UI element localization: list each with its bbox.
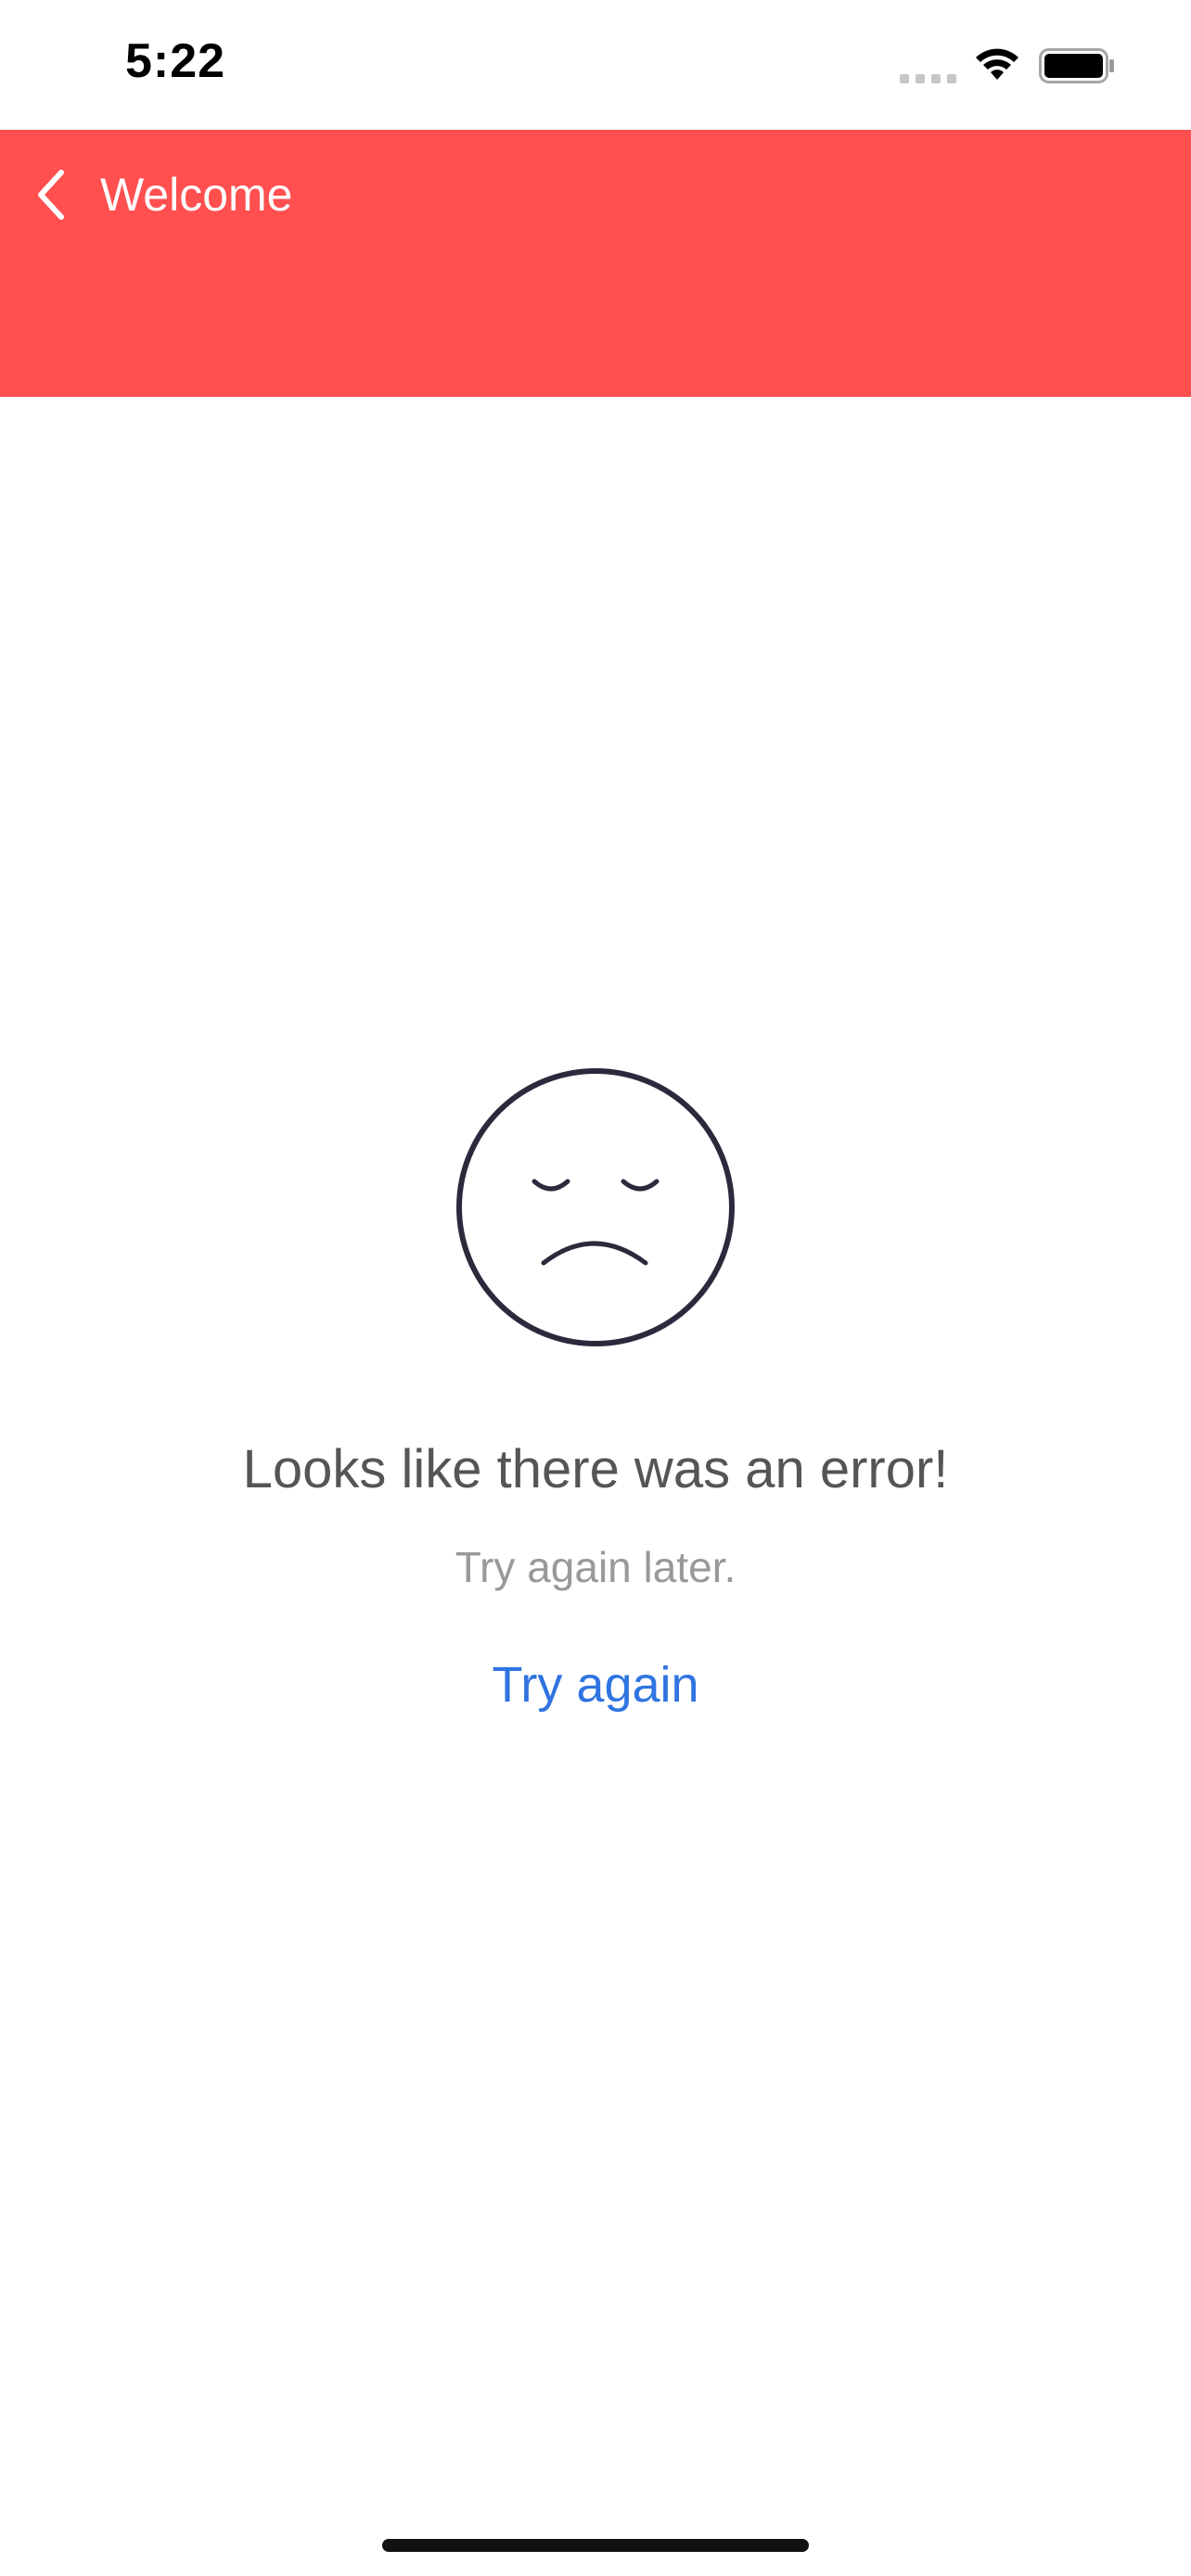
navigation-header: Welcome (0, 130, 1191, 397)
status-time: 5:22 (125, 34, 226, 88)
error-state: Looks like there was an error! Try again… (0, 1066, 1191, 1715)
chevron-left-icon (38, 170, 64, 220)
status-bar: 5:22 (0, 0, 1191, 130)
error-subtitle: Try again later. (455, 1543, 736, 1591)
back-button[interactable]: Welcome (33, 161, 292, 228)
error-title: Looks like there was an error! (242, 1439, 949, 1499)
try-again-button[interactable]: Try again (492, 1654, 698, 1715)
back-button-label: Welcome (100, 169, 293, 221)
wifi-icon (976, 48, 1018, 80)
home-indicator[interactable] (382, 2539, 809, 2552)
cellular-signal-icon (900, 74, 957, 83)
battery-icon (1039, 48, 1114, 83)
sad-face-icon (456, 1068, 735, 1346)
